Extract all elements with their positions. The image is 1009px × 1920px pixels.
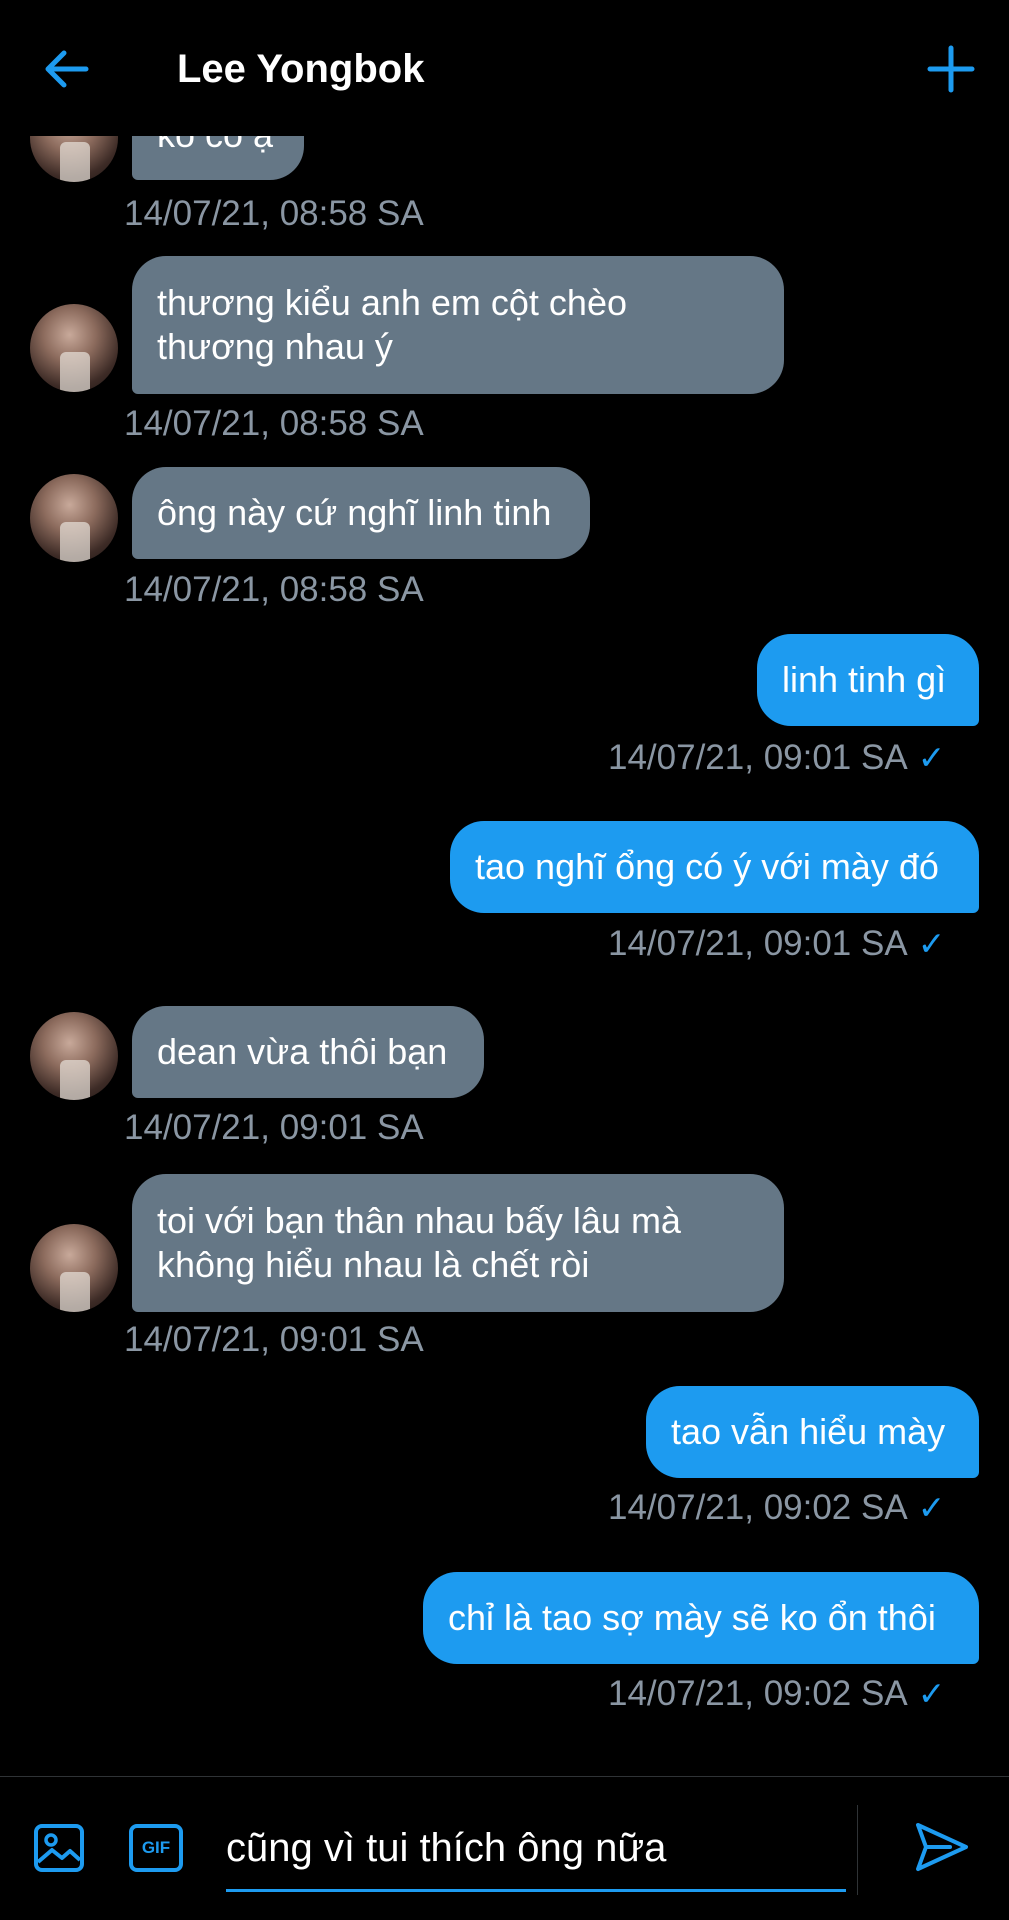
conversation-title: Lee Yongbok — [177, 47, 425, 91]
message-text: chỉ là tao sợ mày sẽ ko ổn thôi — [448, 1597, 936, 1638]
image-icon — [34, 1824, 84, 1872]
message-bubble[interactable]: linh tinh gì — [757, 634, 979, 726]
message-text: toi với bạn thân nhau bấy lâu mà — [157, 1200, 681, 1241]
message-timestamp: 14/07/21, 09:01 SA — [124, 1108, 424, 1147]
message-text: linh tinh gì — [782, 659, 947, 700]
avatar[interactable] — [30, 136, 118, 182]
message-bubble[interactable]: dean vừa thôi bạn — [132, 1006, 484, 1098]
message-text: thương nhau ý — [157, 326, 393, 367]
message-text: thương kiểu anh em cột chèo — [157, 282, 627, 323]
message-timestamp: 14/07/21, 09:01 SA ✓ — [608, 924, 946, 963]
gif-label: GIF — [141, 1838, 171, 1857]
message-timestamp: 14/07/21, 08:58 SA — [124, 404, 424, 443]
message-bubble[interactable]: thương kiểu anh em cột chèo thương nhau … — [132, 256, 784, 394]
message-bubble[interactable]: chỉ là tao sợ mày sẽ ko ổn thôi — [423, 1572, 979, 1664]
plus-icon — [927, 45, 975, 93]
send-icon — [916, 1823, 968, 1871]
message-bubble[interactable]: tao nghĩ ổng có ý với mày đó — [450, 821, 979, 913]
add-button[interactable] — [924, 42, 978, 96]
read-check-icon: ✓ — [917, 1489, 946, 1526]
message-timestamp: 14/07/21, 09:02 SA ✓ — [608, 1488, 946, 1527]
message-text: tao nghĩ ổng có ý với mày đó — [475, 846, 939, 887]
message-input-text: cũng vì tui thích ông nữa — [226, 1826, 667, 1870]
dm-screen: Lee Yongbok ko có ạ 14/07/21, 08:58 SA t… — [0, 0, 1009, 1920]
avatar[interactable] — [30, 1012, 118, 1100]
read-check-icon: ✓ — [917, 925, 946, 962]
read-check-icon: ✓ — [917, 739, 946, 776]
message-bubble[interactable]: tao vẫn hiểu mày — [646, 1386, 979, 1478]
message-bubble[interactable]: ko có ạ — [132, 136, 304, 180]
add-gif-button[interactable]: GIF — [128, 1821, 184, 1875]
send-button[interactable] — [912, 1817, 972, 1877]
message-timestamp: 14/07/21, 08:58 SA — [124, 194, 424, 233]
message-bubble[interactable]: toi với bạn thân nhau bấy lâu mà không h… — [132, 1174, 784, 1312]
avatar[interactable] — [30, 304, 118, 392]
message-input[interactable]: cũng vì tui thích ông nữa — [226, 1807, 846, 1892]
avatar[interactable] — [30, 474, 118, 562]
message-text: không hiểu nhau là chết ròi — [157, 1244, 590, 1285]
avatar[interactable] — [30, 1224, 118, 1312]
message-timestamp: 14/07/21, 09:02 SA ✓ — [608, 1674, 946, 1713]
message-text: tao vẫn hiểu mày — [671, 1411, 946, 1452]
add-photo-button[interactable] — [32, 1821, 86, 1875]
arrow-left-icon — [45, 50, 89, 88]
composer-divider — [857, 1805, 858, 1895]
back-button[interactable] — [40, 42, 94, 96]
message-text: ko có ạ — [157, 136, 273, 157]
message-timestamp: 14/07/21, 09:01 SA — [124, 1320, 424, 1359]
read-check-icon: ✓ — [917, 1675, 946, 1712]
message-bubble[interactable]: ông này cứ nghĩ linh tinh — [132, 467, 590, 559]
message-text: dean vừa thôi bạn — [157, 1031, 448, 1072]
message-composer: GIF cũng vì tui thích ông nữa — [0, 1776, 1009, 1920]
message-list[interactable]: ko có ạ 14/07/21, 08:58 SA thương kiểu a… — [0, 136, 1009, 1776]
message-text: ông này cứ nghĩ linh tinh — [157, 492, 552, 533]
message-timestamp: 14/07/21, 08:58 SA — [124, 570, 424, 609]
conversation-header: Lee Yongbok — [0, 0, 1009, 136]
message-timestamp: 14/07/21, 09:01 SA ✓ — [608, 738, 946, 777]
